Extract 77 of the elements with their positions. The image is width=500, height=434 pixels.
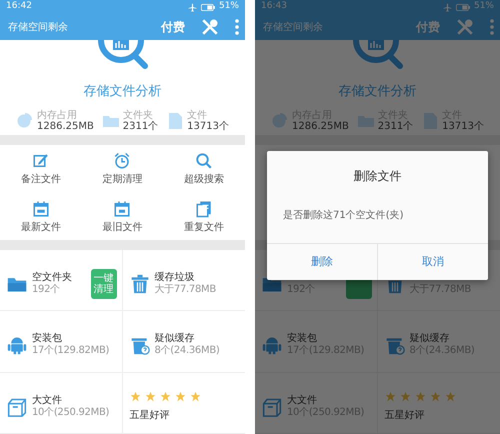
file-icon [166, 112, 184, 129]
card-subtitle: 8个(24.36MB) [154, 345, 220, 358]
card-subtitle: 17个(129.82MB) [32, 345, 110, 358]
clean-button[interactable]: 一键清理 [90, 269, 116, 300]
star-icon [384, 391, 396, 402]
app-title: 存储空间剩余 [263, 20, 323, 34]
tool-label: 超级搜索 [184, 174, 224, 186]
pay-link[interactable]: 付费 [161, 18, 185, 36]
card-subtitle: 192个 [32, 284, 61, 296]
battery-icon [200, 4, 215, 10]
star-icon [144, 391, 156, 402]
android-robot-icon [262, 335, 282, 356]
card-subtitle: 大于77.78MB [154, 284, 216, 296]
rating-label: 五星好评 [384, 410, 426, 422]
file-icon [421, 112, 438, 129]
tool-label: 备注文件 [20, 174, 61, 186]
analysis-title: 存储文件分析 [84, 83, 162, 101]
stat-value: 1286.25MB [292, 120, 349, 132]
dialog-message: 是否删除这71个空文件(夹) [283, 210, 404, 221]
rating-label: 五星好评 [130, 410, 170, 422]
tool-label: 最旧文件 [102, 222, 142, 233]
search-icon [195, 152, 214, 170]
dialog-button[interactable]: 删除 [267, 243, 377, 280]
star-icon [190, 391, 200, 402]
more-icon[interactable] [490, 19, 494, 35]
clock-time: 16:43 [261, 0, 287, 14]
card-title: 大文件 [287, 394, 318, 407]
star-icon [174, 391, 186, 402]
stat-value: 2311个 [122, 120, 158, 132]
calendar-icon [113, 200, 132, 218]
airplane-icon [442, 2, 452, 12]
pie-chart-icon [16, 112, 33, 129]
stat-value: 1286.25MB [37, 120, 94, 132]
stat-label: 文件夹 [122, 110, 153, 120]
star-icon [430, 391, 440, 402]
card-title: 空文件夹 [32, 272, 72, 284]
card-subtitle: 10个(250.92MB) [32, 406, 110, 419]
app-title: 存储空间剩余 [8, 20, 68, 34]
trash-can-icon [130, 274, 150, 294]
box-icon [262, 396, 282, 417]
card-title: 疑似缓存 [410, 333, 450, 345]
tool-label: 重复文件 [184, 222, 224, 233]
wrench-screwdriver-icon[interactable] [456, 18, 474, 36]
wrench-screwdriver-icon[interactable] [201, 18, 219, 36]
star-icon [160, 391, 170, 402]
star-icon [400, 391, 410, 402]
star-icon [444, 391, 456, 402]
pie-chart-icon [271, 112, 288, 129]
battery-icon [456, 4, 470, 10]
card-title: 大文件 [32, 394, 63, 407]
card-title: 安装包 [32, 333, 63, 345]
battery-level: 51% [474, 0, 494, 14]
battery-level: 51% [218, 0, 239, 14]
tool-label: 定期清理 [102, 174, 142, 186]
card-title: 疑似缓存 [154, 333, 196, 345]
card-title: 缓存垃圾 [154, 272, 196, 284]
star-icon [130, 391, 140, 402]
calendar-icon [32, 200, 50, 218]
tool-label: 最新文件 [20, 222, 61, 233]
pay-link[interactable]: 付费 [416, 18, 440, 36]
alarm-clock-icon [113, 152, 132, 170]
stat-value: 2311个 [378, 120, 414, 132]
star-icon [414, 391, 426, 402]
dialog-title: 删除文件 [354, 168, 402, 185]
dialog-button[interactable]: 取消 [377, 243, 488, 280]
airplane-icon [188, 2, 197, 12]
box-icon [7, 396, 27, 417]
stat-value: 13713个 [187, 120, 229, 132]
card-title: 安装包 [287, 333, 318, 345]
more-icon[interactable] [235, 19, 239, 35]
android-robot-icon [7, 335, 27, 356]
stat-value: 13713个 [442, 120, 484, 132]
clock-time: 16:42 [6, 0, 32, 14]
document-stack-icon [195, 200, 214, 218]
stat-label: 文件 [187, 110, 208, 120]
analysis-title: 存储文件分析 [338, 83, 416, 101]
stat-label: 内存占用 [37, 110, 78, 120]
